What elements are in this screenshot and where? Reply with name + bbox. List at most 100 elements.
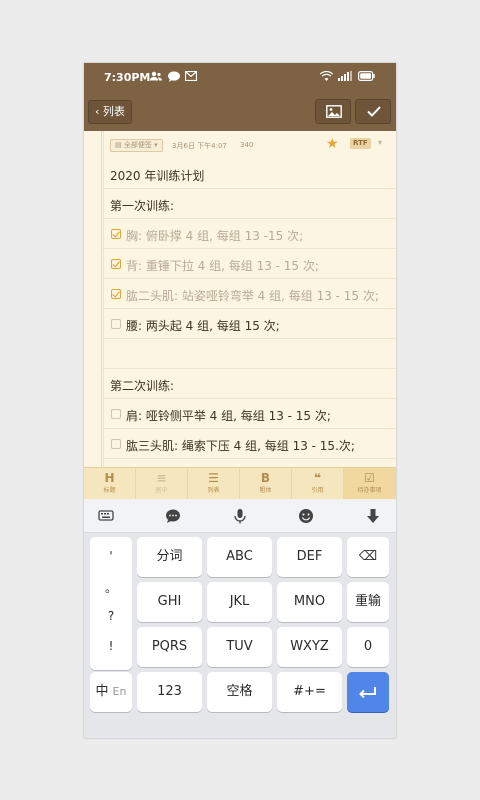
todo-checkbox[interactable] — [111, 319, 121, 329]
todo-checkbox[interactable] — [111, 259, 121, 269]
todo-checkbox[interactable] — [111, 229, 121, 239]
key[interactable]: 0 — [347, 627, 389, 667]
status-bar: 7:30PM — [84, 63, 396, 93]
note-line[interactable] — [102, 339, 396, 369]
format-button[interactable]: ☑ 待办事项 — [344, 468, 396, 500]
symbol-key[interactable]: #+= — [277, 672, 342, 712]
format-label: 引用 — [311, 487, 324, 494]
star-icon[interactable]: ★ — [326, 136, 339, 152]
backspace-key-label: ⌫ — [358, 549, 378, 564]
todo-item[interactable]: 肱二头肌: 站姿哑铃弯举 4 组, 每组 13 - 15 次; — [102, 279, 396, 309]
format-button[interactable]: H 标题 — [84, 468, 136, 500]
language-switch-key[interactable]: 中 En — [90, 672, 132, 712]
format-button[interactable]: ≡ 居中 — [136, 468, 188, 500]
format-icon: ❝ — [313, 471, 322, 485]
todo-item[interactable]: 肩: 哑铃侧平举 4 组, 每组 13 - 15 次; — [102, 399, 396, 429]
space-key-label: 空格 — [226, 684, 253, 699]
hide-keyboard-icon[interactable] — [365, 508, 381, 524]
key[interactable]: MNO — [277, 582, 342, 622]
microphone-icon[interactable] — [232, 508, 248, 524]
symbol-key[interactable]: ' — [90, 549, 132, 563]
emoji-message-icon[interactable] — [165, 508, 181, 524]
insert-image-button[interactable] — [315, 99, 351, 124]
format-label: 列表 — [207, 487, 220, 494]
format-button[interactable]: B 粗体 — [240, 468, 292, 500]
key-label: 分词 — [156, 549, 183, 564]
key[interactable]: DEF — [277, 537, 342, 577]
key-label: 重输 — [354, 594, 381, 609]
more-chevron-icon[interactable]: ▾ — [378, 138, 382, 147]
line-text: 第二次训练: — [110, 379, 175, 393]
mail-icon — [184, 70, 198, 84]
symbol-column[interactable]: ' 。?! — [90, 537, 132, 670]
note-line[interactable]: 第二次训练: — [102, 369, 396, 399]
todo-item[interactable]: 胸: 俯卧撑 4 组, 每组 13 -15 次; — [102, 219, 396, 249]
format-label: 居中 — [155, 487, 168, 494]
todo-checkbox[interactable] — [111, 289, 121, 299]
todo-checkbox[interactable] — [111, 409, 121, 419]
keyboard: ' 。?! 分词 ABC DEF GHI JKL MNO 重输 PQRS TUV WXYZ 0 ⌫ 中 En… — [84, 499, 396, 738]
space-key[interactable]: 空格 — [207, 672, 272, 712]
format-button[interactable]: ❝ 引用 — [292, 468, 344, 500]
format-label: 粗体 — [259, 487, 272, 494]
number-key[interactable]: 123 — [137, 672, 202, 712]
backspace-key[interactable]: ⌫ — [347, 537, 389, 577]
key-label: TUV — [226, 639, 253, 654]
todo-item[interactable]: 肱三头肌: 绳索下压 4 组, 每组 13 - 15.次; — [102, 429, 396, 459]
format-button[interactable]: ☰ 列表 — [188, 468, 240, 500]
message-icon — [168, 71, 180, 85]
line-text: 胸: 俯卧撑 4 组, 每组 13 -15 次; — [126, 229, 304, 243]
enter-icon — [359, 687, 376, 699]
key[interactable]: PQRS — [137, 627, 202, 667]
signal-icon — [338, 71, 352, 84]
image-icon — [326, 105, 342, 118]
lang-primary-label: 中 — [95, 684, 109, 699]
key-label: WXYZ — [290, 639, 329, 654]
todo-item[interactable]: 背: 重锤下拉 4 组, 每组 13 - 15 次; — [102, 249, 396, 279]
key-label: PQRS — [151, 639, 188, 654]
line-text: 背: 重锤下拉 4 组, 每组 13 - 15 次; — [126, 259, 319, 273]
symbol-key[interactable]: ? — [90, 609, 132, 623]
note-date: 3月6日 下午4:07 — [172, 142, 227, 150]
note-editor[interactable]: ▤ 全部便签 ▾ 3月6日 下午4:07 340 ★ RTF ▾ 2020 年训… — [84, 131, 396, 467]
checkmark-icon — [367, 106, 381, 117]
battery-icon — [358, 71, 375, 84]
note-line[interactable]: 第一次训练: — [102, 189, 396, 219]
char-count: 340 — [240, 141, 254, 149]
line-text: 2020 年训练计划 — [110, 169, 205, 183]
line-text: 肩: 哑铃侧平举 4 组, 每组 13 - 15 次; — [126, 409, 331, 423]
key[interactable]: TUV — [207, 627, 272, 667]
back-chevron-icon: ‹ — [95, 105, 103, 118]
lang-secondary-label: En — [112, 685, 127, 698]
key[interactable]: 重输 — [347, 582, 389, 622]
key-label: JKL — [229, 594, 250, 609]
key[interactable]: 分词 — [137, 537, 202, 577]
emoji-icon[interactable] — [298, 508, 314, 524]
line-text: 腰: 两头起 4 组, 每组 15 次; — [126, 319, 280, 333]
dropdown-caret-icon: ▾ — [151, 141, 158, 149]
contacts-icon — [150, 71, 162, 84]
enter-key[interactable] — [347, 672, 389, 712]
key[interactable]: GHI — [137, 582, 202, 622]
key-label: GHI — [157, 594, 182, 609]
key-label: MNO — [293, 594, 326, 609]
key[interactable]: WXYZ — [277, 627, 342, 667]
keyboard-settings-icon[interactable] — [98, 508, 114, 524]
key-label: DEF — [296, 549, 323, 564]
folder-icon: ▤ — [115, 141, 124, 149]
back-button[interactable]: ‹ 列表 — [88, 100, 132, 124]
line-text: 肱二头肌: 站姿哑铃弯举 4 组, 每组 13 - 15 次; — [126, 289, 379, 303]
symbol-key[interactable]: 。 — [90, 579, 132, 596]
key[interactable]: JKL — [207, 582, 272, 622]
folder-tag-button[interactable]: ▤ 全部便签 ▾ — [110, 139, 163, 152]
symbol-key[interactable]: ! — [90, 639, 132, 653]
note-line[interactable]: 2020 年训练计划 — [102, 159, 396, 189]
todo-checkbox[interactable] — [111, 439, 121, 449]
done-button[interactable] — [355, 99, 391, 124]
todo-item[interactable]: 腰: 两头起 4 组, 每组 15 次; — [102, 309, 396, 339]
format-label: 标题 — [103, 487, 116, 494]
phone-screen: 7:30PM ‹ 列表 ▤ 全部便签 ▾ 3月6日 下午4:07 340 ★ R… — [84, 63, 396, 738]
key-label: 0 — [363, 639, 373, 654]
key[interactable]: ABC — [207, 537, 272, 577]
format-icon: ☰ — [208, 471, 219, 485]
